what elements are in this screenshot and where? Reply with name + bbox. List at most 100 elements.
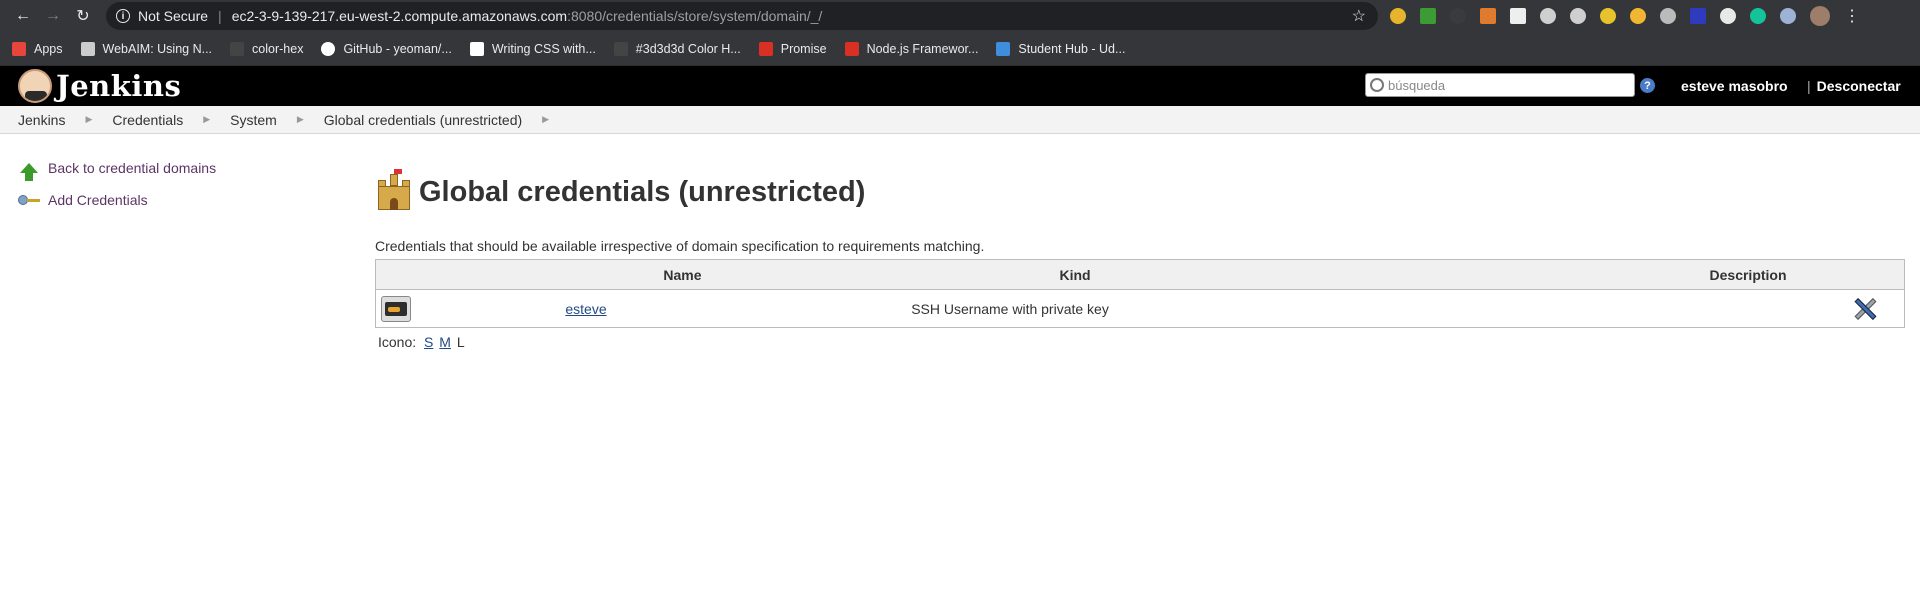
key-icon [18,194,42,206]
extension-cycle-icon[interactable] [1780,8,1796,24]
bookmarks-bar: Apps WebAIM: Using N... color-hex GitHub… [0,32,1920,66]
side-panel: Back to credential domains Add Credentia… [18,152,338,216]
extension-record-icon[interactable] [1660,8,1676,24]
bookmark-item[interactable]: Student Hub - Ud... [996,41,1125,56]
url-separator: | [218,8,222,24]
nodejs-framework-icon [844,41,859,56]
extension-grid-icon[interactable] [1450,8,1466,24]
configure-tools-icon[interactable] [1852,296,1878,322]
name-cell: esteve [565,290,865,328]
page-title: Global credentials (unrestricted) [419,175,866,208]
breadcrumb-item[interactable]: Jenkins [18,112,65,128]
sidebar-item-label[interactable]: Add Credentials [48,192,148,208]
reload-icon[interactable]: ↻ [68,2,98,30]
security-label: Not Secure [138,8,209,24]
column-header-description[interactable]: Description [1284,259,1827,290]
icon-size-selector: Icono: S M L [378,334,1905,350]
breadcrumb-chevron-icon[interactable]: ▶ [542,114,549,125]
bookmark-item[interactable]: Node.js Framewor... [844,41,978,56]
extension-flame-icon[interactable] [1480,8,1496,24]
extension-search-icon[interactable] [1390,8,1406,24]
forward-icon[interactable]: → [38,2,68,30]
github-icon [321,41,336,56]
credential-name-link[interactable]: esteve [565,301,606,317]
bookmark-item[interactable]: Writing CSS with... [469,41,596,56]
credentials-table: Name Kind Description esteve SSH Usernam… [375,259,1905,328]
extension-contrast-icon[interactable] [1720,8,1736,24]
app-title: Jenkins [56,69,182,103]
page-header: Global credentials (unrestricted) [375,169,1905,214]
sidebar-item-back[interactable]: Back to credential domains [18,152,338,184]
address-bar[interactable]: i Not Secure | ec2-3-9-139-217.eu-west-2… [106,2,1378,30]
breadcrumb-item[interactable]: Credentials [112,112,183,128]
kind-cell: SSH Username with private key [911,300,1109,317]
url-host: ec2-3-9-139-217.eu-west-2.compute.amazon… [231,8,568,24]
breadcrumb-item[interactable]: System [230,112,277,128]
icon-size-label: Icono: [378,334,417,350]
bookmark-item[interactable]: Apps [12,41,63,56]
credential-icon-cell [376,290,566,328]
table-header-row: Name Kind Description [375,259,1905,290]
bookmark-item[interactable]: WebAIM: Using N... [80,41,212,56]
bookmark-item[interactable]: #3d3d3d Color H... [613,41,741,56]
description-cell [1285,290,1827,328]
column-header-actions [1826,259,1905,290]
bookmark-star-icon[interactable]: ☆ [1352,6,1366,26]
column-header-icon [375,259,566,290]
extension-check-icon[interactable] [1420,8,1436,24]
search-box[interactable] [1365,73,1635,97]
icon-size-small[interactable]: S [424,334,433,350]
url-path: :8080/credentials/store/system/domain/_/ [567,8,823,24]
breadcrumb-item[interactable]: Global credentials (unrestricted) [324,112,522,128]
table-row: esteve SSH Username with private key [376,290,1905,328]
extension-home-icon[interactable] [1630,8,1646,24]
udacity-icon [996,41,1011,56]
jenkins-home-link[interactable]: Jenkins [18,69,181,103]
webaim-icon [80,41,95,56]
sidebar-item-label[interactable]: Back to credential domains [48,160,216,176]
bookmark-item[interactable]: Promise [758,41,827,56]
extension-zoom-icon[interactable] [1540,8,1556,24]
bookmark-item[interactable]: GitHub - yeoman/... [321,41,452,56]
up-arrow-icon [20,163,38,181]
jenkins-header: Jenkins ? esteve masobro | Desconectar [0,66,1920,106]
color-hex-icon [230,41,245,56]
extension-chart-icon[interactable] [1510,8,1526,24]
breadcrumb-chevron-icon[interactable]: ▶ [297,114,304,125]
main-panel: Global credentials (unrestricted) Creden… [375,169,1905,350]
promise-icon [758,41,773,56]
browser-menu-icon[interactable]: ⋮ [1844,6,1860,26]
column-header-name[interactable]: Name [565,259,866,290]
page-description: Credentials that should be available irr… [375,238,985,254]
profile-avatar[interactable] [1810,6,1830,26]
search-input[interactable] [1388,77,1618,93]
breadcrumb: Jenkins ▶ Credentials ▶ System ▶ Global cre… [0,106,1920,134]
search-icon [1370,78,1384,92]
breadcrumb-chevron-icon[interactable]: ▶ [203,114,210,125]
logout-divider: | [1807,78,1811,94]
color-hex-icon [613,41,628,56]
logout-link[interactable]: Desconectar [1817,78,1901,94]
breadcrumb-chevron-icon[interactable]: ▶ [85,114,92,125]
apps-grid-icon [12,41,26,56]
back-icon[interactable]: ← [8,2,38,30]
logout-wrap: | Desconectar [1807,78,1901,94]
icon-size-medium[interactable]: M [439,334,451,350]
castle-icon [375,169,413,212]
extensions-bar [1390,8,1796,24]
sidebar-item-add-credentials[interactable]: Add Credentials [18,184,338,216]
extension-yellow-search-icon[interactable] [1600,8,1616,24]
grammarly-icon[interactable] [1750,8,1766,24]
browser-toolbar: ← → ↻ i Not Secure | ec2-3-9-139-217.eu-… [0,0,1920,32]
info-icon[interactable]: i [116,9,130,23]
bookmark-item[interactable]: color-hex [230,41,303,56]
user-link[interactable]: esteve masobro [1681,78,1788,94]
actions-cell [1827,290,1905,328]
icon-size-large: L [456,334,465,350]
extension-zoom2-icon[interactable] [1570,8,1586,24]
column-header-kind[interactable]: Kind [865,259,1285,290]
help-icon[interactable]: ? [1640,78,1655,93]
ssh-key-credential-icon [381,295,411,322]
medium-icon [469,41,484,56]
extension-blue-icon[interactable] [1690,8,1706,24]
